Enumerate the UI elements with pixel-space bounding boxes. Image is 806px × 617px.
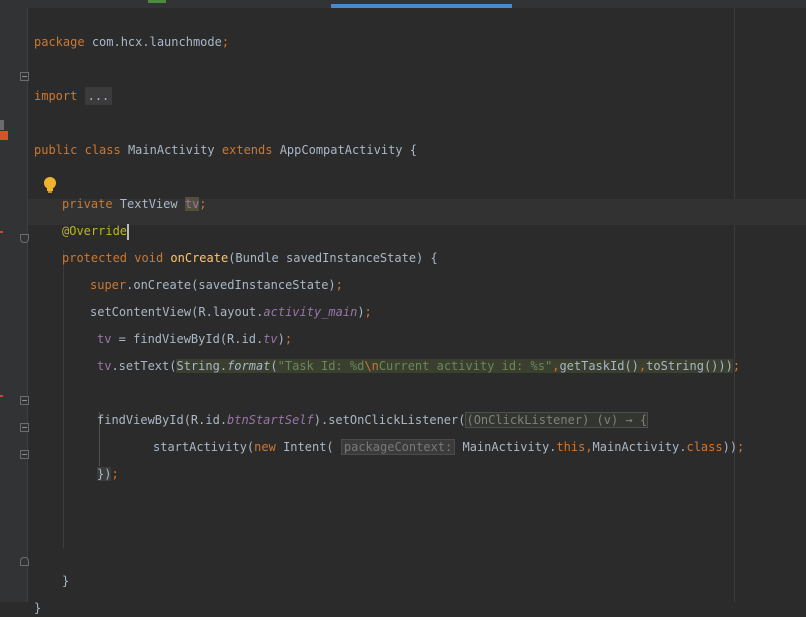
open-brace: {: [430, 251, 438, 265]
semicolon: ;: [737, 440, 745, 454]
call-settext: .setText(: [111, 359, 177, 373]
code-line-close-method[interactable]: }: [62, 554, 69, 588]
call-startactivity: startActivity(: [153, 440, 255, 454]
keyword-package: package: [34, 35, 85, 49]
keyword-public: public: [34, 143, 78, 157]
parent-class: AppCompatActivity: [279, 143, 403, 157]
comma: ,: [585, 440, 593, 454]
keyword-import: import: [34, 89, 78, 103]
escape-sequence: \n: [364, 359, 379, 373]
code-line-package[interactable]: package com.hcx.launchmode;: [34, 15, 229, 49]
keyword-this: this: [556, 440, 586, 454]
vcs-change-marker-red[interactable]: [0, 131, 8, 140]
code-line-field[interactable]: private TextView tv;: [62, 177, 207, 211]
close-parens: )): [718, 359, 733, 373]
active-tab-indicator[interactable]: [331, 4, 512, 8]
code-line-onclick[interactable]: findViewById(R.id.btnStartSelf).setOnCli…: [97, 393, 649, 428]
semicolon: ;: [221, 35, 230, 49]
format-method: format: [227, 359, 271, 373]
close-brace: }: [34, 601, 42, 615]
tab-marker: [148, 0, 166, 3]
lightbulb-icon[interactable]: [42, 176, 58, 194]
code-line-super[interactable]: super.onCreate(savedInstanceState);: [90, 258, 343, 292]
keyword-class: class: [84, 143, 121, 157]
code-line-findview-tv[interactable]: tv = findViewById(R.id.tv);: [97, 312, 292, 346]
close-lambda: }): [97, 467, 112, 481]
code-line-close-class[interactable]: }: [34, 581, 41, 615]
string-class: String.: [176, 359, 228, 373]
keyword-new: new: [254, 440, 276, 454]
error-tick: [0, 395, 3, 397]
field-tv: tv: [97, 359, 112, 373]
code-line-oncreate[interactable]: protected void onCreate(Bundle savedInst…: [62, 231, 438, 265]
open-brace: {: [409, 143, 417, 157]
code-line-close-lambda[interactable]: });: [97, 447, 119, 481]
code-line-setcontentview[interactable]: setContentView(R.layout.activity_main);: [90, 285, 372, 319]
semicolon: ;: [732, 359, 741, 373]
keyword-class: class: [686, 440, 723, 454]
string-literal: "Task Id: %d: [277, 359, 365, 373]
code-line-startactivity[interactable]: startActivity(new Intent( packageContext…: [153, 420, 744, 455]
semicolon: ;: [111, 467, 119, 481]
close-paren: ): [357, 305, 365, 319]
intent-ctor: Intent(: [275, 440, 334, 454]
open-paren: (: [270, 359, 278, 373]
error-tick: [0, 231, 3, 233]
fold-collapse-icon[interactable]: [20, 423, 29, 432]
fold-collapse-icon[interactable]: [20, 234, 29, 243]
call-gettaskid: getTaskId(): [559, 359, 639, 373]
fold-end-icon[interactable]: [20, 557, 29, 566]
semicolon: ;: [364, 305, 372, 319]
close-brace: }: [62, 574, 70, 588]
parameter-hint: packageContext:: [340, 439, 456, 455]
string-literal: Current activity id: %s": [378, 359, 553, 373]
vcs-change-marker[interactable]: [0, 120, 4, 130]
fold-expand-icon[interactable]: [20, 72, 29, 81]
package-name: com.hcx.launchmode: [91, 35, 222, 49]
class-name: MainActivity: [127, 143, 215, 157]
fold-end-icon[interactable]: [20, 450, 29, 459]
gutter-divider: [27, 8, 28, 602]
field-tv: tv: [184, 197, 200, 211]
indent-guide: [63, 250, 64, 548]
semicolon: ;: [199, 197, 207, 211]
code-line-settext[interactable]: tv.setText(String.format("Task Id: %d\nC…: [97, 339, 740, 373]
folded-imports[interactable]: ...: [84, 87, 113, 105]
editor-gutter[interactable]: [0, 8, 27, 602]
code-line-import[interactable]: import ...: [34, 69, 113, 105]
arg-mainactivity-class: MainActivity.: [592, 440, 687, 454]
code-line-class-decl[interactable]: public class MainActivity extends AppCom…: [34, 123, 417, 157]
arg-mainactivity: MainActivity.: [455, 440, 557, 454]
call-tostring: toString(): [646, 359, 719, 373]
fold-collapse-icon[interactable]: [20, 396, 29, 405]
keyword-extends: extends: [221, 143, 273, 157]
close-parens: )): [722, 440, 738, 454]
code-line-annotation[interactable]: @Override: [62, 204, 130, 240]
right-margin-guide: [734, 8, 735, 602]
